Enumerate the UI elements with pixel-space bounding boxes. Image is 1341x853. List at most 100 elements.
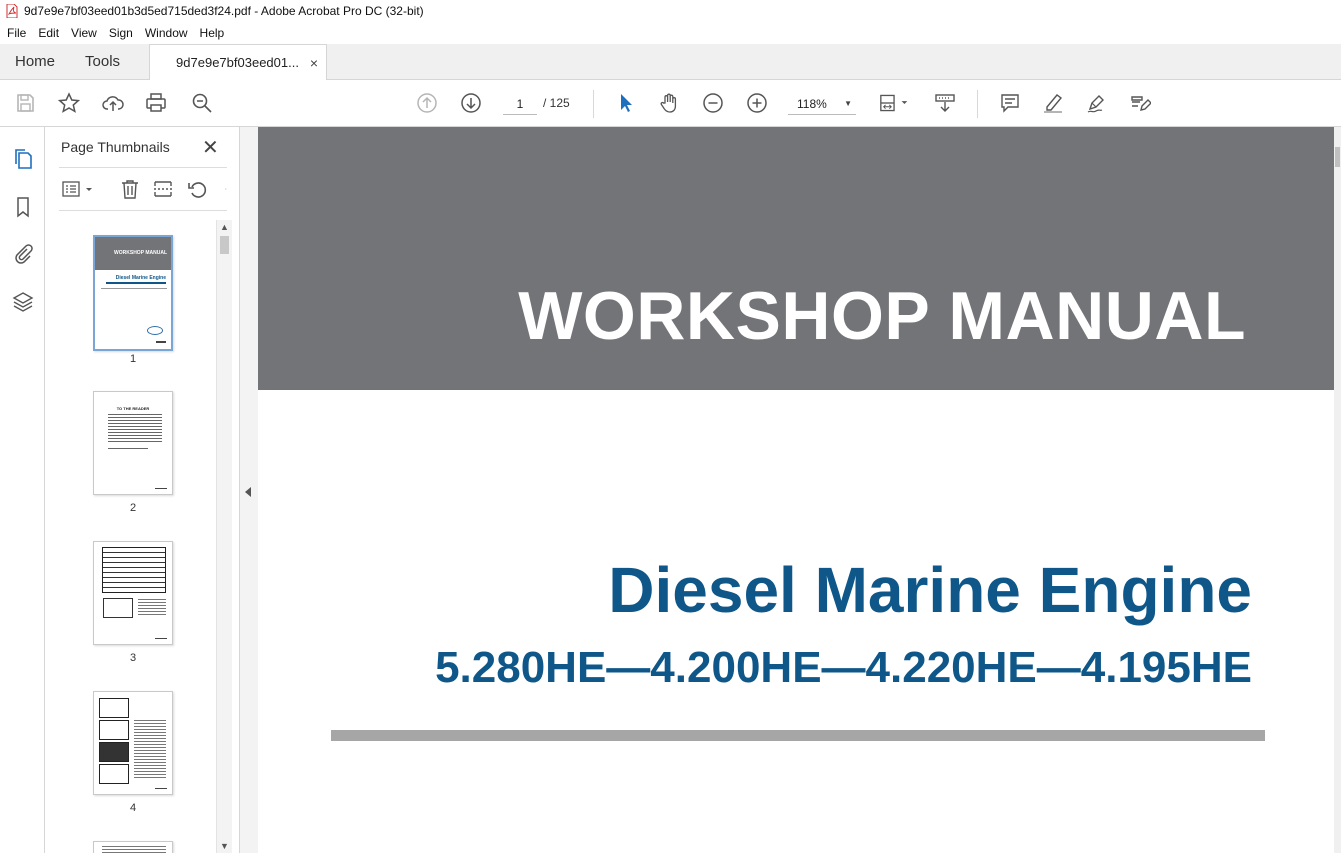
thumbnail-options-icon[interactable] [61,178,95,200]
zoom-in-icon[interactable] [745,91,769,115]
document-scrollbar-thumb[interactable] [1335,147,1340,167]
zoom-out-icon[interactable] [701,91,725,115]
toolbar-divider [977,90,978,118]
panel-title: Page Thumbnails [61,139,170,155]
document-rule [331,730,1265,741]
fill-sign-icon[interactable] [1128,91,1152,115]
thumb2-text-line [108,448,148,449]
thumb4-footer [155,788,167,789]
title-bar: 9d7e9e7bf03eed01b3d5ed715ded3f24.pdf - A… [0,0,1341,22]
page-number-input[interactable] [503,93,537,115]
next-page-icon[interactable] [459,91,483,115]
upload-cloud-icon[interactable] [101,91,125,115]
document-tab-label: 9d7e9e7bf03eed01... [176,55,299,70]
thumb2-footer [155,488,167,489]
thumbnails-toolbar [59,167,227,211]
scroll-down-icon[interactable]: ▼ [220,841,229,851]
thumbnails-scrollbar[interactable]: ▲ ▼ [216,220,232,853]
main-toolbar: / 125 118% ▼ [0,80,1341,127]
thumb4-text [134,720,166,780]
tab-document[interactable]: 9d7e9e7bf03eed01... × [149,44,328,80]
menu-file[interactable]: File [7,26,26,40]
window-title: 9d7e9e7bf03eed01b3d5ed715ded3f24.pdf - A… [24,4,424,18]
rotate-left-icon[interactable] [186,178,208,200]
print-icon[interactable] [144,91,168,115]
page-thumbnail-4[interactable] [93,691,173,795]
thumb4-warning-2 [99,720,129,740]
tab-home[interactable]: Home [0,44,70,79]
document-heading: Diesel Marine Engine [608,554,1252,626]
page-thumbnail-1[interactable]: WORKSHOP MANUAL Diesel Marine Engine [93,235,173,351]
thumb-heading: Diesel Marine Engine [115,275,166,281]
thumb-rule [101,288,167,289]
scrollbar-thumb[interactable] [220,236,229,254]
bookmark-star-icon[interactable] [57,91,81,115]
left-navigation-rail [0,127,45,853]
toolbar-divider [593,90,594,118]
page-thumbnails-panel: Page Thumbnails ✕ WORKSHOP MANUAL Diesel… [45,127,240,853]
bookmarks-icon[interactable] [11,195,35,219]
thumb-models-line [106,282,166,284]
menu-sign[interactable]: Sign [109,26,133,40]
scroll-mode-icon[interactable] [933,91,957,115]
page-thumbnail-5[interactable] [93,841,173,853]
document-scrollbar[interactable] [1334,127,1341,853]
highlight-pen-icon[interactable] [1041,91,1065,115]
thumb2-text-block [108,414,162,444]
menu-bar: File Edit View Sign Window Help [0,22,1341,44]
chevron-down-icon: ▼ [844,99,852,108]
document-banner-title: WORKSHOP MANUAL [518,278,1246,354]
menu-view[interactable]: View [71,26,97,40]
thumb3-text [138,599,166,617]
thumb4-warning-4 [99,764,129,784]
thumb-footer [156,341,166,343]
rotate-right-icon[interactable] [215,178,227,200]
page-thumbnails-icon[interactable] [11,147,35,171]
select-cursor-icon[interactable] [614,91,638,115]
previous-page-icon[interactable] [415,91,439,115]
thumbnail-number-3: 3 [129,652,137,664]
thumb3-table [102,547,166,593]
thumbnail-number-1: 1 [129,353,137,365]
panel-splitter[interactable] [240,127,258,853]
page-thumbnail-3[interactable] [93,541,173,645]
save-icon[interactable] [13,91,37,115]
layers-icon[interactable] [11,290,35,314]
zoom-search-icon[interactable] [190,91,214,115]
delete-page-icon[interactable] [119,178,141,200]
tab-bar: Home Tools 9d7e9e7bf03eed01... × [0,44,1341,80]
document-banner: WORKSHOP MANUAL [258,127,1334,390]
thumb4-warning-3 [99,742,129,762]
document-models: 5.280HE—4.200HE—4.220HE—4.195HE [435,643,1252,692]
sign-pen-icon[interactable] [1085,91,1109,115]
thumb4-warning-1 [99,698,129,718]
thumb-logo [147,326,163,335]
zoom-level-value: 118% [797,96,827,111]
thumb5-content [102,846,166,853]
thumbnail-number-4: 4 [129,802,137,814]
page-total: / 125 [543,96,570,110]
thumb3-figure [103,598,133,618]
thumb2-heading: TO THE READER [116,406,150,411]
acrobat-app-icon [6,4,18,18]
attachments-icon[interactable] [11,241,35,265]
thumbnail-number-2: 2 [129,502,137,514]
document-view[interactable]: WORKSHOP MANUAL Diesel Marine Engine 5.2… [258,127,1334,853]
page-thumbnail-2[interactable]: TO THE READER [93,391,173,495]
thumb-banner: WORKSHOP MANUAL [95,237,171,270]
page-fit-icon[interactable] [877,91,913,115]
menu-window[interactable]: Window [145,26,188,40]
scroll-up-icon[interactable]: ▲ [220,222,229,232]
hand-tool-icon[interactable] [657,91,681,115]
thumb3-footer [155,638,167,639]
comment-icon[interactable] [998,91,1022,115]
close-tab-icon[interactable]: × [310,55,318,71]
thumb-banner-text: WORKSHOP MANUAL [114,250,167,256]
close-panel-icon[interactable]: ✕ [202,135,219,160]
menu-help[interactable]: Help [200,26,225,40]
collapse-panel-icon[interactable] [245,487,251,497]
menu-edit[interactable]: Edit [38,26,59,40]
tab-tools[interactable]: Tools [70,44,135,79]
zoom-level-select[interactable]: 118% ▼ [788,93,856,115]
extract-page-icon[interactable] [152,178,174,200]
